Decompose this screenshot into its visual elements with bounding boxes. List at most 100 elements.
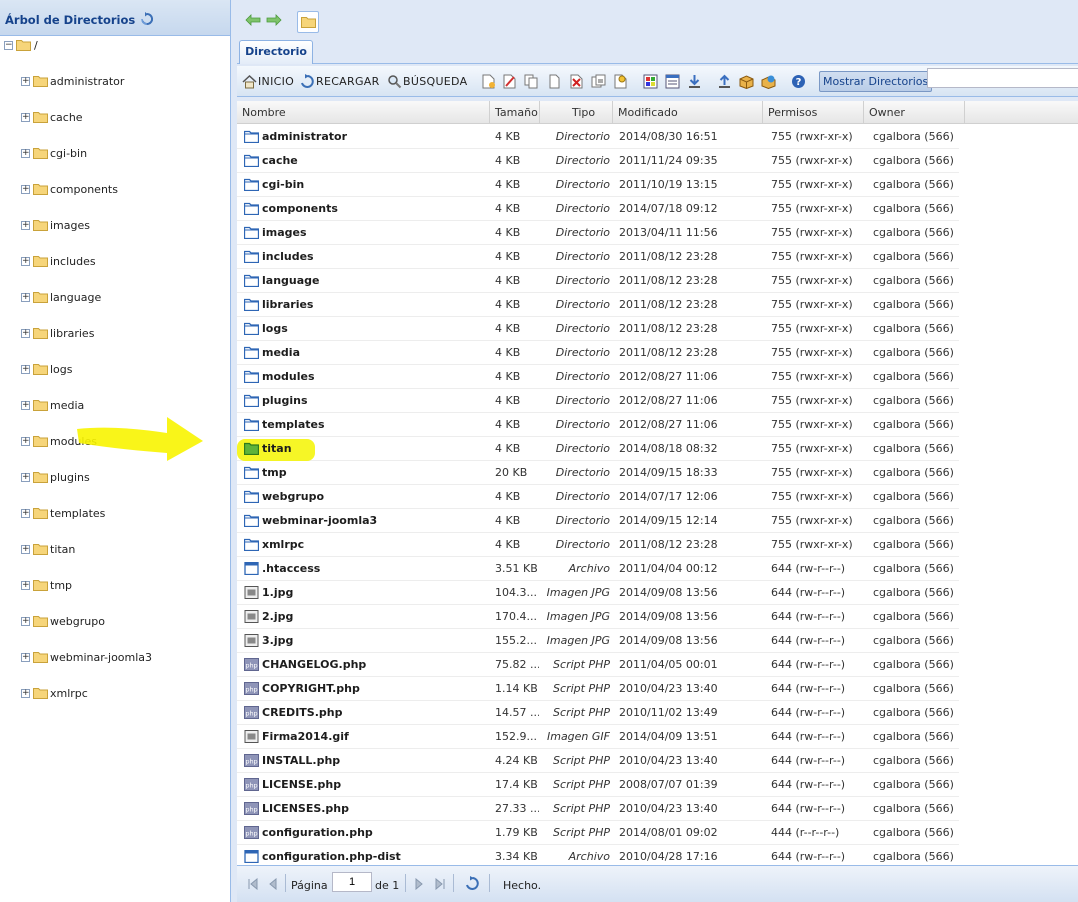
- view-details-icon[interactable]: [665, 74, 680, 89]
- help-icon[interactable]: ?: [791, 74, 806, 89]
- search-button[interactable]: BÚSQUEDA: [403, 73, 467, 91]
- filter-input[interactable]: [927, 68, 1078, 88]
- table-row[interactable]: .htaccess 3.51 KB Archivo 2011/04/04 00:12 6…: [237, 557, 959, 581]
- tree-item-media[interactable]: + media: [0, 397, 230, 415]
- tree-item-webminar-joomla3[interactable]: + webminar-joomla3: [0, 649, 230, 667]
- view-icons-icon[interactable]: [643, 74, 658, 89]
- page-number-input[interactable]: [332, 872, 372, 892]
- table-row[interactable]: logs 4 KB Directorio 2011/08/12 23:28 755 (r…: [237, 317, 959, 341]
- expand-icon[interactable]: +: [21, 293, 30, 302]
- expand-icon[interactable]: +: [21, 401, 30, 410]
- expand-icon[interactable]: +: [21, 581, 30, 590]
- home-icon[interactable]: [242, 74, 257, 89]
- expand-icon[interactable]: +: [21, 437, 30, 446]
- show-directories-button[interactable]: Mostrar Directorios: [819, 71, 933, 92]
- expand-icon[interactable]: +: [21, 257, 30, 266]
- archive-icon[interactable]: [739, 74, 754, 89]
- table-row[interactable]: php LICENSES.php 27.33 ... Script PHP 2010/0…: [237, 797, 959, 821]
- tree-item-cache[interactable]: + cache: [0, 109, 230, 127]
- tree-item-components[interactable]: + components: [0, 181, 230, 199]
- home-button[interactable]: INICIO: [258, 73, 294, 91]
- back-arrow-icon[interactable]: [245, 14, 261, 26]
- folder-button[interactable]: [297, 11, 319, 33]
- reload-button[interactable]: RECARGAR: [316, 73, 380, 91]
- tree-item-images[interactable]: + images: [0, 217, 230, 235]
- expand-icon[interactable]: +: [21, 221, 30, 230]
- expand-icon[interactable]: +: [21, 617, 30, 626]
- table-row[interactable]: templates 4 KB Directorio 2012/08/27 11:06 7…: [237, 413, 959, 437]
- next-page-icon[interactable]: [413, 878, 425, 890]
- tree-root[interactable]: − /: [0, 37, 230, 55]
- expand-icon[interactable]: +: [21, 77, 30, 86]
- table-row[interactable]: php CREDITS.php 14.57 ... Script PHP 2010/11…: [237, 701, 959, 725]
- collapse-icon[interactable]: −: [4, 41, 13, 50]
- table-row[interactable]: titan 4 KB Directorio 2014/08/18 08:32 755 (…: [237, 437, 959, 461]
- expand-icon[interactable]: +: [21, 329, 30, 338]
- upload-icon[interactable]: [717, 74, 732, 89]
- tree-item-titan[interactable]: + titan: [0, 541, 230, 559]
- refresh-icon[interactable]: [140, 12, 154, 26]
- refresh-icon[interactable]: [465, 876, 480, 891]
- delete-icon[interactable]: [569, 74, 584, 89]
- tree-item-webgrupo[interactable]: + webgrupo: [0, 613, 230, 631]
- table-row[interactable]: plugins 4 KB Directorio 2012/08/27 11:06 755…: [237, 389, 959, 413]
- rename-icon[interactable]: [591, 74, 606, 89]
- expand-icon[interactable]: +: [21, 149, 30, 158]
- table-row[interactable]: 1.jpg 104.3... Imagen JPG 2014/09/08 13:56 6…: [237, 581, 959, 605]
- column-header-type[interactable]: Tipo: [540, 101, 613, 124]
- table-row[interactable]: php INSTALL.php 4.24 KB Script PHP 2010/04/2…: [237, 749, 959, 773]
- tree-item-logs[interactable]: + logs: [0, 361, 230, 379]
- column-header-owner[interactable]: Owner: [864, 101, 965, 124]
- edit-file-icon[interactable]: [502, 74, 517, 89]
- table-row[interactable]: php CHANGELOG.php 75.82 ... Script PHP 2011/…: [237, 653, 959, 677]
- table-row[interactable]: tmp 20 KB Directorio 2014/09/15 18:33 755 (r…: [237, 461, 959, 485]
- column-header-size[interactable]: Tamaño: [490, 101, 540, 124]
- forward-arrow-icon[interactable]: [266, 14, 282, 26]
- expand-icon[interactable]: +: [21, 509, 30, 518]
- download-icon[interactable]: [687, 74, 702, 89]
- last-page-icon[interactable]: [434, 878, 446, 890]
- table-row[interactable]: webgrupo 4 KB Directorio 2014/07/17 12:06 75…: [237, 485, 959, 509]
- table-row[interactable]: php LICENSE.php 17.4 KB Script PHP 2008/07/0…: [237, 773, 959, 797]
- tree-item-plugins[interactable]: + plugins: [0, 469, 230, 487]
- table-row[interactable]: images 4 KB Directorio 2013/04/11 11:56 755 …: [237, 221, 959, 245]
- table-row[interactable]: modules 4 KB Directorio 2012/08/27 11:06 755…: [237, 365, 959, 389]
- table-row[interactable]: Firma2014.gif 152.9... Imagen GIF 2014/04/0…: [237, 725, 959, 749]
- expand-icon[interactable]: +: [21, 473, 30, 482]
- permissions-icon[interactable]: [613, 74, 628, 89]
- table-row[interactable]: includes 4 KB Directorio 2011/08/12 23:28 75…: [237, 245, 959, 269]
- table-row[interactable]: administrator 4 KB Directorio 2014/08/30 16…: [237, 125, 959, 149]
- table-row[interactable]: libraries 4 KB Directorio 2011/08/12 23:28 7…: [237, 293, 959, 317]
- table-row[interactable]: cgi-bin 4 KB Directorio 2011/10/19 13:15 755…: [237, 173, 959, 197]
- table-row[interactable]: configuration.php-dist 3.34 KB Archivo 2010…: [237, 845, 959, 865]
- table-row[interactable]: xmlrpc 4 KB Directorio 2011/08/12 23:28 755 …: [237, 533, 959, 557]
- tab-directorio[interactable]: Directorio: [239, 40, 313, 64]
- tree-item-cgi-bin[interactable]: + cgi-bin: [0, 145, 230, 163]
- table-row[interactable]: php COPYRIGHT.php 1.14 KB Script PHP 2010/04…: [237, 677, 959, 701]
- tree-item-libraries[interactable]: + libraries: [0, 325, 230, 343]
- prev-page-icon[interactable]: [267, 878, 279, 890]
- table-row[interactable]: components 4 KB Directorio 2014/07/18 09:12…: [237, 197, 959, 221]
- column-header-permissions[interactable]: Permisos: [763, 101, 864, 124]
- table-row[interactable]: 2.jpg 170.4... Imagen JPG 2014/09/08 13:56 6…: [237, 605, 959, 629]
- tree-item-includes[interactable]: + includes: [0, 253, 230, 271]
- column-header-modified[interactable]: Modificado: [613, 101, 763, 124]
- table-row[interactable]: php configuration.php 1.79 KB Script PHP 201…: [237, 821, 959, 845]
- table-row[interactable]: 3.jpg 155.2... Imagen JPG 2014/09/08 13:56 6…: [237, 629, 959, 653]
- tree-item-templates[interactable]: + templates: [0, 505, 230, 523]
- extract-icon[interactable]: [761, 74, 776, 89]
- blank-file-icon[interactable]: [547, 74, 562, 89]
- expand-icon[interactable]: +: [21, 113, 30, 122]
- column-header-name[interactable]: Nombre: [237, 101, 490, 124]
- reload-icon[interactable]: [300, 74, 315, 89]
- tree-item-xmlrpc[interactable]: + xmlrpc: [0, 685, 230, 703]
- table-row[interactable]: cache 4 KB Directorio 2011/11/24 09:35 755 (…: [237, 149, 959, 173]
- tree-item-administrator[interactable]: + administrator: [0, 73, 230, 91]
- expand-icon[interactable]: +: [21, 185, 30, 194]
- table-row[interactable]: language 4 KB Directorio 2011/08/12 23:28 75…: [237, 269, 959, 293]
- tree-item-language[interactable]: + language: [0, 289, 230, 307]
- copy-icon[interactable]: [524, 74, 539, 89]
- expand-icon[interactable]: +: [21, 689, 30, 698]
- expand-icon[interactable]: +: [21, 365, 30, 374]
- search-icon[interactable]: [387, 74, 402, 89]
